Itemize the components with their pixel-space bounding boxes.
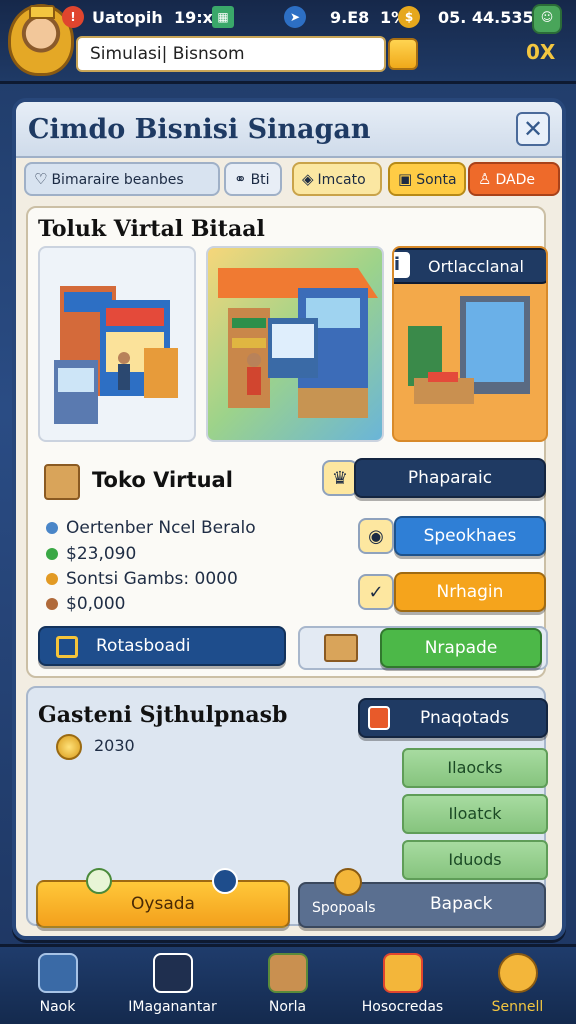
grid-icon[interactable]: ▦ [212,6,234,28]
tag-icon [368,706,390,730]
heart-icon: ♡ [34,170,48,188]
phaparaic-button[interactable]: Phaparaic [354,458,546,498]
nav-item-norla[interactable]: Norla [230,953,345,1023]
stat-line: $0,000 [46,594,125,614]
search-input[interactable]: Simulasi| Bisnsom [76,36,386,72]
info-icon[interactable]: i [394,250,412,280]
store-name: Toko Virtual [92,468,233,492]
store-illustration-1 [54,286,178,424]
nav-item-naok[interactable]: Naok [0,953,115,1023]
profile-icon[interactable]: ☺ [532,4,562,34]
crown-icon[interactable]: ♛ [322,460,358,496]
scene-badge[interactable]: Ortlacclanal [394,248,546,284]
home-icon [37,953,78,993]
stat-line: Sontsi Gambs: 0000 [46,569,238,589]
store-scene-2[interactable] [206,246,384,442]
nav-label: Naok [39,999,76,1015]
toko-card: Toluk Virtal Bitaal Ortlacclanal i Toko … [26,206,548,678]
panel-header: Cimdo Bisnisi Sinagan ✕ [16,102,562,158]
search-icon[interactable] [388,38,418,70]
inventory-icon [152,953,193,993]
coin-stack-icon [56,734,82,760]
nav-label: Hosocredas [361,999,444,1015]
time-label: 19:x [174,8,213,27]
spopoals-button[interactable]: Spopoals [312,900,376,916]
iduods-button[interactable]: Iduods [402,840,548,880]
lower-section-title: Gasteni Sjthulpnasb [38,702,288,728]
crown-icon [29,5,55,19]
oysada-button[interactable]: Oysada [36,880,290,928]
compass-icon [86,868,112,894]
panel-title: Cimdo Bisnisi Sinagan [28,114,371,145]
settings-icon [497,953,538,993]
nav-item-imaganantar[interactable]: IMaganantar [115,953,230,1023]
tab-bimaraire[interactable]: ♡ Bimaraire beanbes [24,162,220,196]
nav-label: Norla [268,999,307,1015]
notification-icon[interactable]: ! [62,6,84,28]
store-illustration-2 [218,268,378,418]
signal-label: 9.E8 [330,8,370,27]
pin-icon [212,868,238,894]
toko-section-title: Toluk Virtal Bitaal [38,216,265,242]
sonta-icon: ▣ [398,170,413,188]
document-icon [382,953,423,993]
diamond-icon: ◈ [302,170,314,188]
stat-line: Oertenber Ncel Beralo [46,518,256,538]
nav-label: Sennell [491,999,544,1015]
coin-stack-icon[interactable]: ◉ [358,518,394,554]
nav-item-hosocredas[interactable]: Hosocredas [345,953,460,1023]
ilaocks-button[interactable]: Ilaocks [402,748,548,788]
search-value: Simulasi| Bisnsom [90,44,245,64]
stat-line: $23,090 [46,544,136,564]
store-scene-1[interactable] [38,246,196,442]
boxes-icon [267,953,308,993]
tab-bti[interactable]: ⚭ Bti [224,162,282,196]
close-icon[interactable]: ✕ [516,112,550,146]
tab-bar: ♡ Bimaraire beanbes ⚭ Bti ◈ Imcato ▣ Sonta ♙… [24,162,560,200]
speokhaes-button[interactable]: Speokhaes [394,516,546,556]
app-name: Uatopih [92,8,163,27]
nrapade-button[interactable]: Nrapade [380,628,542,668]
box-icon [44,464,80,500]
iloatck-button[interactable]: Iloatck [402,794,548,834]
clock-icon [334,868,362,896]
user-icon: ♙ [478,170,492,188]
store-scene-3[interactable]: Ortlacclanal i [392,246,548,442]
checkbox-icon[interactable] [56,636,78,658]
coin-value: 2030 [94,736,135,755]
tab-imcato[interactable]: ◈ Imcato [292,162,382,196]
business-panel: Cimdo Bisnisi Sinagan ✕ ♡ Bimaraire beanb… [12,98,566,940]
blue-bullet-icon [46,522,58,534]
coin-icon: $ [398,6,420,28]
package-icon [324,634,358,662]
bapack-button[interactable]: Bapack [430,894,492,914]
nav-label: IMaganantar [128,999,217,1015]
nav-item-sennell[interactable]: Sennell [460,953,575,1023]
bottom-nav: Naok IMaganantar Norla Hosocredas Sennel… [0,944,576,1024]
nrhagin-button[interactable]: Nrhagin [394,572,546,612]
link-icon: ⚭ [234,170,247,188]
check-coin-icon[interactable]: ✓ [358,574,394,610]
coin-counter: 05. 44.535 [438,8,534,27]
tab-sonta[interactable]: ▣ Sonta [388,162,466,196]
location-icon[interactable]: ➤ [284,6,306,28]
tab-dade[interactable]: ♙ DADe [468,162,560,196]
green-bullet-icon [46,548,58,560]
orange-bullet-icon [46,573,58,585]
corner-label[interactable]: 0X [526,40,555,64]
top-status-bar: ! Uatopih 19:x ▦ ➤ 9.E8 1% $ 05. 44.535 … [0,0,576,84]
status-row: ! Uatopih 19:x ▦ ➤ 9.E8 1% $ 05. 44.535 … [62,4,570,34]
brown-bullet-icon [46,598,58,610]
